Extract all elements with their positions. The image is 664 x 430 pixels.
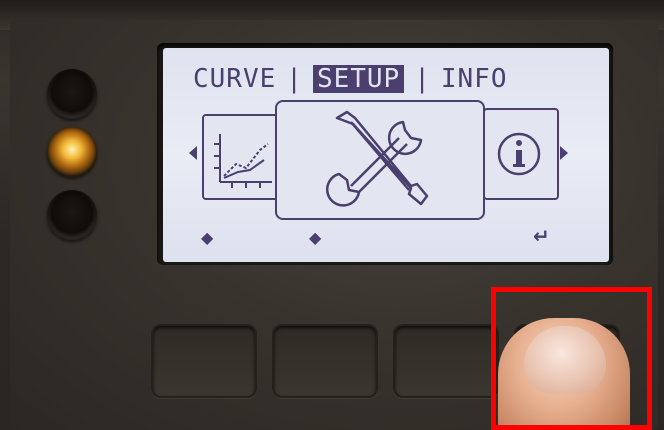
button-1[interactable] — [151, 324, 257, 398]
scroll-right-arrow-icon — [560, 146, 568, 160]
softkey-left-arrow-icon: ◆ — [201, 228, 214, 247]
led-indicator-middle — [47, 127, 97, 177]
lcd-screen: CURVE | SETUP | INFO ◆ ◆ ↵ — [163, 48, 609, 262]
info-icon — [497, 132, 541, 176]
highlight-box-button-4 — [491, 287, 652, 430]
tab-info: INFO — [440, 64, 508, 94]
menu-tab-bar: CURVE | SETUP | INFO — [193, 64, 508, 94]
menu-card-info — [483, 108, 559, 200]
tab-separator: | — [286, 64, 303, 94]
softkey-right-arrow-icon: ◆ — [309, 228, 322, 247]
menu-card-setup — [275, 100, 485, 220]
button-3[interactable] — [393, 324, 499, 398]
tools-icon — [326, 110, 429, 207]
tab-separator: | — [414, 64, 431, 94]
tab-curve: CURVE — [193, 64, 277, 94]
tab-setup: SETUP — [312, 65, 405, 93]
softkey-enter-icon: ↵ — [533, 224, 550, 248]
scroll-left-arrow-icon — [189, 146, 197, 160]
button-2[interactable] — [272, 324, 378, 398]
device-photo: CURVE | SETUP | INFO ◆ ◆ ↵ — [0, 0, 664, 430]
led-indicator-top — [47, 69, 97, 119]
led-indicator-bottom — [47, 190, 97, 240]
